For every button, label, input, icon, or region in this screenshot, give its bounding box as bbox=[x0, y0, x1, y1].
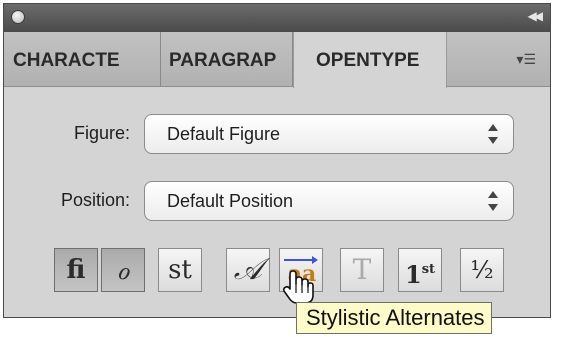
position-select[interactable]: Default Position bbox=[144, 181, 514, 221]
ligatures-button[interactable]: fi bbox=[54, 248, 98, 292]
opentype-panel: ◀◀ CHARACTE PARAGRAP OPENTYPE ▾☰ Figure:… bbox=[3, 3, 551, 318]
titling-alternates-button[interactable]: T bbox=[340, 248, 384, 292]
close-icon[interactable] bbox=[11, 10, 25, 24]
discretionary-ligatures-button[interactable]: st bbox=[158, 248, 202, 292]
tab-opentype[interactable]: OPENTYPE bbox=[293, 32, 447, 88]
panel-menu-icon[interactable]: ▾☰ bbox=[516, 52, 536, 68]
fractions-button[interactable]: ½ bbox=[460, 248, 504, 292]
tooltip: Stylistic Alternates bbox=[296, 302, 492, 334]
figure-label: Figure: bbox=[73, 123, 130, 143]
position-value: Default Position bbox=[167, 191, 294, 211]
contextual-alternates-button[interactable]: ℴ bbox=[101, 248, 145, 292]
figure-value: Default Figure bbox=[167, 124, 281, 144]
panel-titlebar[interactable]: ◀◀ bbox=[4, 4, 550, 32]
tab-character[interactable]: CHARACTE bbox=[4, 32, 161, 86]
figure-select[interactable]: Default Figure bbox=[144, 114, 514, 154]
select-arrows-icon bbox=[487, 191, 499, 211]
tab-bar: CHARACTE PARAGRAP OPENTYPE ▾☰ bbox=[4, 32, 550, 88]
swash-button[interactable]: 𝒜 bbox=[226, 248, 270, 292]
position-label: Position: bbox=[60, 190, 130, 210]
ordinal-button[interactable]: 1st bbox=[398, 248, 442, 292]
tab-paragraph[interactable]: PARAGRAP bbox=[161, 32, 293, 86]
collapse-icon[interactable]: ◀◀ bbox=[528, 9, 544, 23]
hand-cursor-icon bbox=[282, 270, 314, 304]
select-arrows-icon bbox=[487, 124, 499, 144]
